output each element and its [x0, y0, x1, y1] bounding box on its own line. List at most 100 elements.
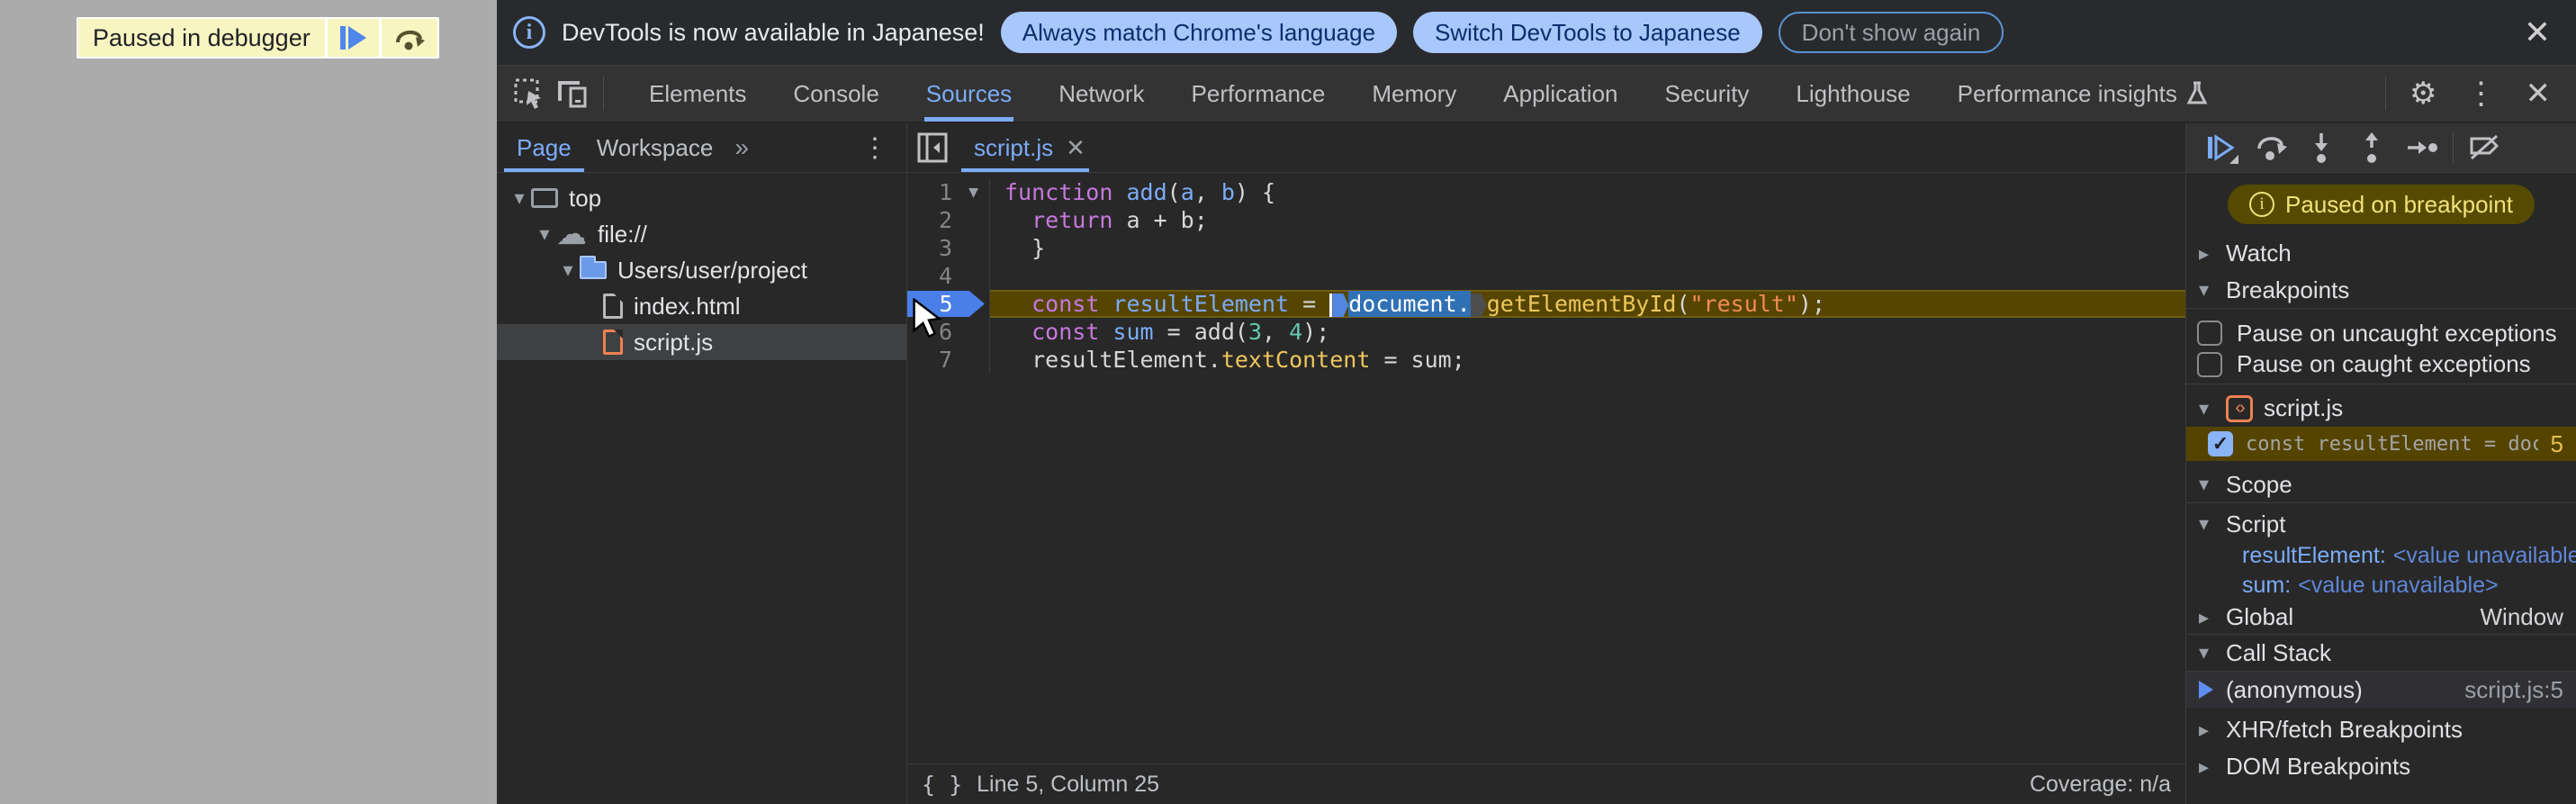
hide-navigator-icon[interactable]	[907, 123, 958, 172]
toggle-device-toolbar-icon[interactable]	[551, 74, 594, 113]
more-tabs-icon[interactable]: »	[725, 133, 758, 162]
checkbox-unchecked[interactable]	[2197, 351, 2222, 377]
code-line-7[interactable]: 7 resultElement.textContent = sum;	[907, 346, 2185, 374]
line-number[interactable]: 2	[907, 206, 958, 234]
inline-breakpoint-marker[interactable]	[1332, 294, 1349, 317]
section-label: Watch	[2226, 239, 2292, 266]
tab-application[interactable]: Application	[1480, 66, 1641, 122]
tab-network[interactable]: Network	[1035, 66, 1167, 122]
close-tab-icon[interactable]: ✕	[1066, 134, 1085, 162]
always-match-language-button[interactable]: Always match Chrome's language	[1000, 12, 1398, 53]
code-text[interactable]: }	[990, 234, 2185, 262]
code-text[interactable]	[990, 262, 2185, 290]
code-text[interactable]: const resultElement = document. getElemen…	[990, 290, 2185, 318]
step-over-button[interactable]	[2246, 126, 2296, 169]
call-stack-frame[interactable]: (anonymous) script.js:5	[2186, 672, 2576, 708]
section-xhr-breakpoints[interactable]: ▸ XHR/fetch Breakpoints	[2186, 711, 2576, 748]
tab-security[interactable]: Security	[1642, 66, 1773, 122]
tree-item-script-js[interactable]: script.js	[497, 324, 906, 360]
line-number[interactable]: 4	[907, 262, 958, 290]
checkbox-unchecked[interactable]	[2197, 321, 2222, 346]
section-scope[interactable]: ▾ Scope	[2186, 466, 2576, 503]
close-devtools-icon[interactable]: ✕	[2511, 76, 2566, 112]
editor-tab-script-js[interactable]: script.js ✕	[958, 123, 1102, 172]
toolbar-separator	[2453, 131, 2454, 164]
code-line-5[interactable]: 5 const resultElement = document. getElem…	[907, 290, 2185, 318]
code-token: a + b;	[1112, 207, 1208, 233]
code-token: = sum;	[1370, 347, 1465, 373]
tab-elements[interactable]: Elements	[626, 66, 770, 122]
pause-caught-exceptions-row[interactable]: Pause on caught exceptions	[2186, 350, 2576, 384]
code-token: );	[1797, 291, 1826, 317]
code-token: return	[1031, 207, 1113, 233]
scope-script-group[interactable]: ▾ Script	[2186, 507, 2576, 541]
code-editor[interactable]: 1 ▼ function add(a, b) {2 return a + b; 3 }…	[907, 173, 2185, 374]
expand-arrow-icon[interactable]: ▾	[533, 222, 556, 246]
pause-uncaught-exceptions-row[interactable]: Pause on uncaught exceptions	[2186, 316, 2576, 350]
line-number[interactable]: 3	[907, 234, 958, 262]
fold-arrow-icon[interactable]: ▼	[958, 178, 990, 206]
tab-performance[interactable]: Performance	[1168, 66, 1349, 122]
current-frame-arrow-icon	[2199, 681, 2213, 699]
section-call-stack[interactable]: ▾ Call Stack	[2186, 635, 2576, 672]
tab-console[interactable]: Console	[770, 66, 902, 122]
scope-variable-sum[interactable]: sum: <value unavailable>	[2186, 571, 2576, 601]
line-number[interactable]: 7	[907, 346, 958, 374]
info-icon: i	[513, 16, 545, 49]
tree-item-top[interactable]: ▾ top	[497, 180, 906, 216]
code-text[interactable]: const sum = add(3, 4);	[990, 318, 2185, 346]
section-watch[interactable]: ▸ Watch	[2186, 235, 2576, 272]
tree-item-index-html[interactable]: index.html	[497, 288, 906, 324]
resume-script-execution-button[interactable]	[2195, 126, 2246, 169]
panel-tabs: Elements Console Sources Network Perform…	[626, 66, 2231, 122]
expand-arrow-icon[interactable]: ▾	[508, 186, 531, 210]
pretty-print-icon[interactable]: { }	[922, 772, 962, 798]
tree-item-project-folder[interactable]: ▾ Users/user/project	[497, 252, 906, 288]
tree-item-file-origin[interactable]: ▾ ☁ file://	[497, 216, 906, 252]
checkbox-checked[interactable]: ✓	[2208, 431, 2233, 456]
tab-lighthouse[interactable]: Lighthouse	[1772, 66, 1933, 122]
infobar-close-icon[interactable]: ✕	[2515, 14, 2560, 51]
code-line-4[interactable]: 4	[907, 262, 2185, 290]
scope-global-group[interactable]: ▸ Global Window	[2186, 601, 2576, 635]
tree-item-label: Users/user/project	[617, 256, 807, 284]
expand-arrow-icon[interactable]: ▾	[556, 258, 580, 282]
inline-breakpoint-marker[interactable]	[1470, 294, 1487, 317]
section-dom-breakpoints[interactable]: ▸ DOM Breakpoints	[2186, 748, 2576, 785]
debugger-toolbar	[2186, 123, 2576, 173]
code-line-1[interactable]: 1 ▼ function add(a, b) {	[907, 178, 2185, 206]
code-line-2[interactable]: 2 return a + b;	[907, 206, 2185, 234]
tab-performance-insights[interactable]: Performance insights	[1934, 66, 2231, 122]
code-line-6[interactable]: 6 const sum = add(3, 4);	[907, 318, 2185, 346]
step-over-button[interactable]	[381, 19, 437, 57]
resume-script-button[interactable]	[327, 19, 379, 57]
global-object-type: Window	[2480, 603, 2563, 630]
breakpoint-group-script-js[interactable]: ▾ ‹› script.js	[2186, 390, 2576, 427]
section-breakpoints[interactable]: ▾ Breakpoints	[2186, 272, 2576, 309]
breakpoint-entry[interactable]: ✓ const resultElement = doc⋯ 5	[2186, 427, 2576, 461]
tab-sources[interactable]: Sources	[903, 66, 1035, 122]
navigator-header: Page Workspace » ⋮	[497, 123, 906, 173]
step-out-button[interactable]	[2346, 126, 2397, 169]
navigator-tab-workspace[interactable]: Workspace	[584, 123, 726, 172]
navigator-tab-page[interactable]: Page	[504, 123, 584, 172]
scope-variable-resultelement[interactable]: resultElement: <value unavailable>	[2186, 541, 2576, 571]
code-token: 4	[1289, 319, 1303, 345]
devtools-window: i DevTools is now available in Japanese!…	[497, 0, 2576, 804]
code-text[interactable]: return a + b;	[990, 206, 2185, 234]
line-number[interactable]: 1	[907, 178, 958, 206]
code-text[interactable]: function add(a, b) {	[990, 178, 2185, 206]
navigator-kebab-icon[interactable]: ⋮	[851, 132, 899, 164]
settings-gear-icon[interactable]: ⚙	[2395, 76, 2451, 112]
step-into-button[interactable]	[2296, 126, 2346, 169]
code-text[interactable]: resultElement.textContent = sum;	[990, 346, 2185, 374]
switch-to-japanese-button[interactable]: Switch DevTools to Japanese	[1413, 12, 1762, 53]
code-line-3[interactable]: 3 }	[907, 234, 2185, 262]
inspect-element-icon[interactable]	[508, 74, 551, 113]
kebab-menu-icon[interactable]: ⋮	[2452, 76, 2511, 112]
dont-show-again-button[interactable]: Don't show again	[1778, 12, 2004, 53]
deactivate-breakpoints-button[interactable]	[2459, 126, 2509, 169]
step-button[interactable]	[2397, 126, 2447, 169]
tab-memory[interactable]: Memory	[1348, 66, 1480, 122]
